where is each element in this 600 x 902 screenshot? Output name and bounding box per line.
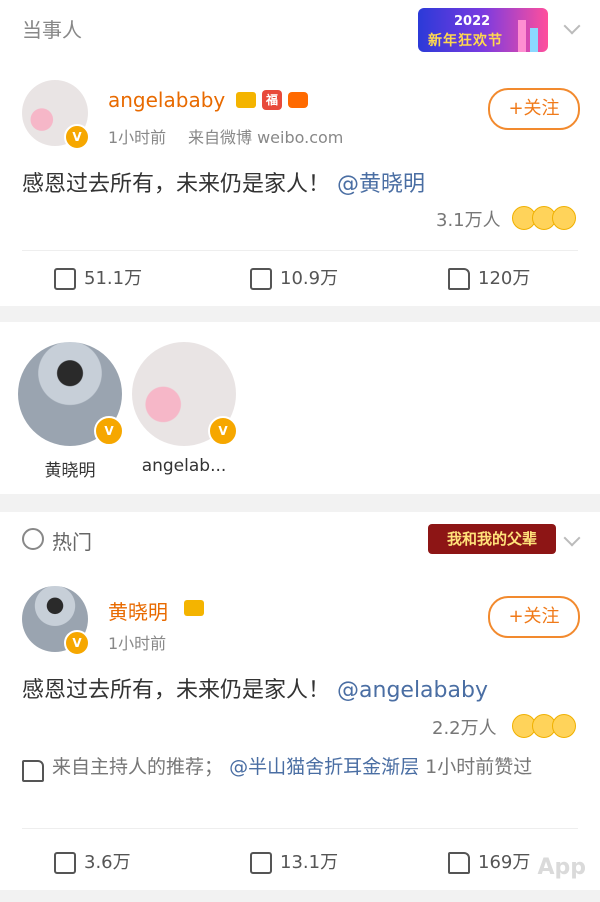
verified-badge-icon: V xyxy=(64,630,90,656)
fu-badge-icon: 福 xyxy=(262,90,282,110)
repost-icon[interactable] xyxy=(54,268,76,290)
follow-button[interactable]: +关注 xyxy=(488,88,580,130)
post-text: 感恩过去所有，未来仍是家人！ @angelababy xyxy=(22,672,488,704)
post-text-main: 感恩过去所有，未来仍是家人！ xyxy=(22,678,331,703)
section-title: 热门 xyxy=(52,530,92,554)
rec-suffix: 1小时前赞过 xyxy=(425,756,533,778)
emoji-wink-icon xyxy=(552,714,576,738)
post-card-angelababy: V angelababy 福 1小时前 来自微博 weibo.com +关注 感… xyxy=(0,54,600,306)
username[interactable]: 黄晓明 xyxy=(108,596,168,625)
follow-label: +关注 xyxy=(508,98,560,119)
watermark: App xyxy=(537,855,586,880)
verified-badge-icon: V xyxy=(64,124,90,150)
username[interactable]: angelababy xyxy=(108,88,225,112)
recommendation-line: 来自主持人的推荐； @半山猫舍折耳金渐层 1小时前赞过 xyxy=(52,752,582,782)
repost-count[interactable]: 51.1万 xyxy=(84,264,142,290)
like-icon[interactable] xyxy=(448,268,470,290)
chevron-down-icon[interactable] xyxy=(563,17,581,35)
mention-link[interactable]: @angelababy xyxy=(337,678,488,703)
banner-subtitle: 新年狂欢节 xyxy=(428,33,503,49)
like-small-icon xyxy=(22,760,44,782)
crown-icon xyxy=(236,92,256,108)
comment-icon[interactable] xyxy=(250,852,272,874)
reaction-emojis xyxy=(512,714,582,738)
related-name[interactable]: 黄晓明 xyxy=(10,456,130,481)
mention-link[interactable]: @黄晓明 xyxy=(337,172,425,197)
repost-count[interactable]: 3.6万 xyxy=(84,848,131,874)
megaphone-icon xyxy=(288,92,308,108)
follow-button[interactable]: +关注 xyxy=(488,596,580,638)
section-title: 当事人 xyxy=(22,18,82,42)
post-time: 1小时前 xyxy=(108,634,167,653)
rec-prefix: 来自主持人的推荐； xyxy=(52,756,224,778)
comment-count[interactable]: 10.9万 xyxy=(280,264,338,290)
banner-graphic xyxy=(530,28,538,52)
verified-badge-icon: V xyxy=(94,416,124,446)
section-header-hot: 热门 我和我的父辈 xyxy=(0,512,600,567)
post-time: 1小时前 xyxy=(108,128,167,147)
crown-icon xyxy=(184,600,204,616)
post-text-main: 感恩过去所有，未来仍是家人！ xyxy=(22,172,331,197)
post-card-huangxiaoming: V 黄晓明 1小时前 +关注 感恩过去所有，未来仍是家人！ @angelabab… xyxy=(0,566,600,890)
movie-banner[interactable]: 我和我的父辈 xyxy=(428,524,556,554)
emoji-wink-icon xyxy=(552,206,576,230)
divider xyxy=(22,250,578,251)
comment-count[interactable]: 13.1万 xyxy=(280,848,338,874)
chevron-down-icon[interactable] xyxy=(563,529,581,547)
verified-badge-icon: V xyxy=(208,416,238,446)
banner-graphic xyxy=(518,20,526,52)
hot-location-icon xyxy=(22,528,44,550)
post-text: 感恩过去所有，未来仍是家人！ @黄晓明 xyxy=(22,166,425,198)
event-banner[interactable]: 2022 新年狂欢节 xyxy=(418,8,548,52)
post-source: 来自微博 weibo.com xyxy=(188,128,344,147)
likes-summary: 3.1万人 xyxy=(436,210,501,231)
divider xyxy=(22,828,578,829)
like-count[interactable]: 169万 xyxy=(478,848,530,874)
follow-label: +关注 xyxy=(508,606,560,627)
likes-summary: 2.2万人 xyxy=(432,718,497,739)
banner-year: 2022 xyxy=(454,14,491,29)
section-header-parties: 当事人 2022 新年狂欢节 xyxy=(0,0,600,55)
comment-icon[interactable] xyxy=(250,268,272,290)
like-count[interactable]: 120万 xyxy=(478,264,530,290)
related-name[interactable]: angelab... xyxy=(124,456,244,476)
repost-icon[interactable] xyxy=(54,852,76,874)
like-icon[interactable] xyxy=(448,852,470,874)
reaction-emojis xyxy=(512,206,582,230)
rec-mention-link[interactable]: @半山猫舍折耳金渐层 xyxy=(229,756,419,778)
related-users-card: V 黄晓明 V angelab... xyxy=(0,322,600,494)
